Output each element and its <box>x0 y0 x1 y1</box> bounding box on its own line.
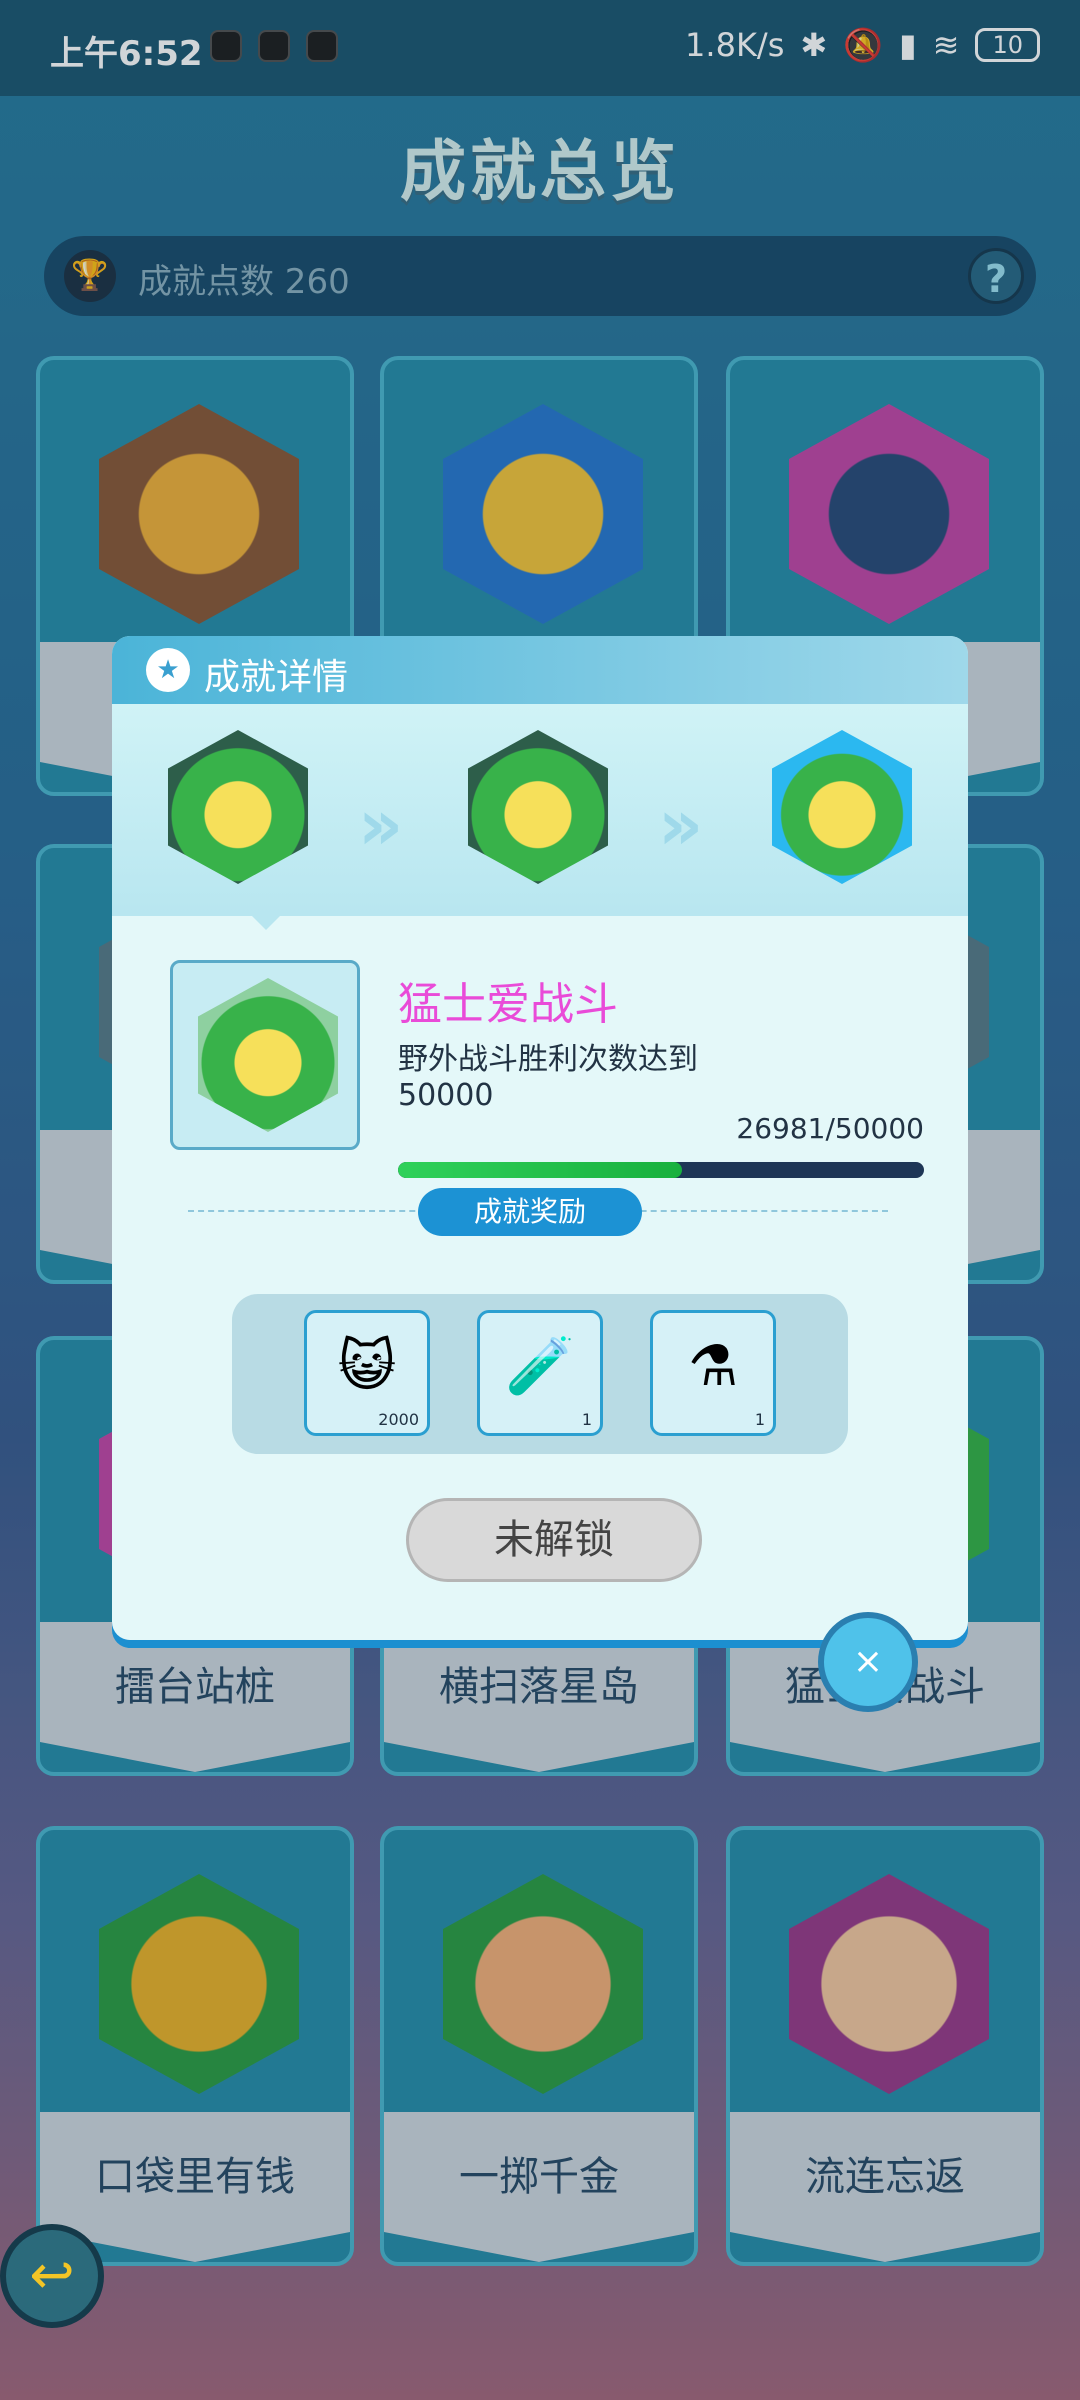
purple-potion-icon: 🧪 <box>505 1334 575 1399</box>
progress-text: 26981/50000 <box>736 1112 924 1145</box>
reward-area: 😺 2000 🧪 1 ⚗ 1 <box>232 1294 848 1454</box>
red-potion-icon: ⚗ <box>687 1334 739 1399</box>
close-button[interactable]: × <box>818 1612 918 1712</box>
reward-item[interactable]: ⚗ 1 <box>650 1310 776 1436</box>
reward-item[interactable]: 🧪 1 <box>477 1310 603 1436</box>
progress-bar <box>398 1162 924 1178</box>
reward-qty: 1 <box>754 1410 765 1429</box>
reward-item[interactable]: 😺 2000 <box>304 1310 430 1436</box>
stage-2-icon[interactable] <box>468 730 608 884</box>
modal-title: 成就详情 <box>204 657 349 698</box>
achievement-description: 野外战斗胜利次数达到 50000 <box>398 1042 698 1113</box>
boxing-glove-badge-icon <box>198 978 338 1132</box>
reward-label: 成就奖励 <box>418 1188 642 1236</box>
star-badge-icon: ★ <box>146 648 190 692</box>
back-arrow-icon: ↩ <box>29 2243 75 2306</box>
reward-qty: 2000 <box>378 1410 419 1429</box>
modal-header: ★ 成就详情 <box>112 636 968 704</box>
reward-qty: 1 <box>581 1410 592 1429</box>
achievement-name: 猛士爱战斗 <box>398 979 618 1030</box>
chevron-right-icon: » <box>358 784 404 866</box>
stage-pointer <box>252 916 280 930</box>
achievement-stages: » » <box>112 704 968 916</box>
progress-fill <box>398 1162 682 1178</box>
stage-3-icon[interactable] <box>772 730 912 884</box>
chevron-right-icon: » <box>658 784 704 866</box>
locked-button[interactable]: 未解锁 <box>406 1498 702 1582</box>
cat-face-icon: 😺 <box>337 1334 397 1399</box>
achievement-detail-icon <box>170 960 360 1150</box>
stage-1-icon[interactable] <box>168 730 308 884</box>
achievement-detail-modal: ★ 成就详情 » » 猛士爱战斗 野外战斗胜利次数达到 50000 26981/… <box>112 636 968 1640</box>
back-button[interactable]: ↩ <box>0 2224 104 2328</box>
